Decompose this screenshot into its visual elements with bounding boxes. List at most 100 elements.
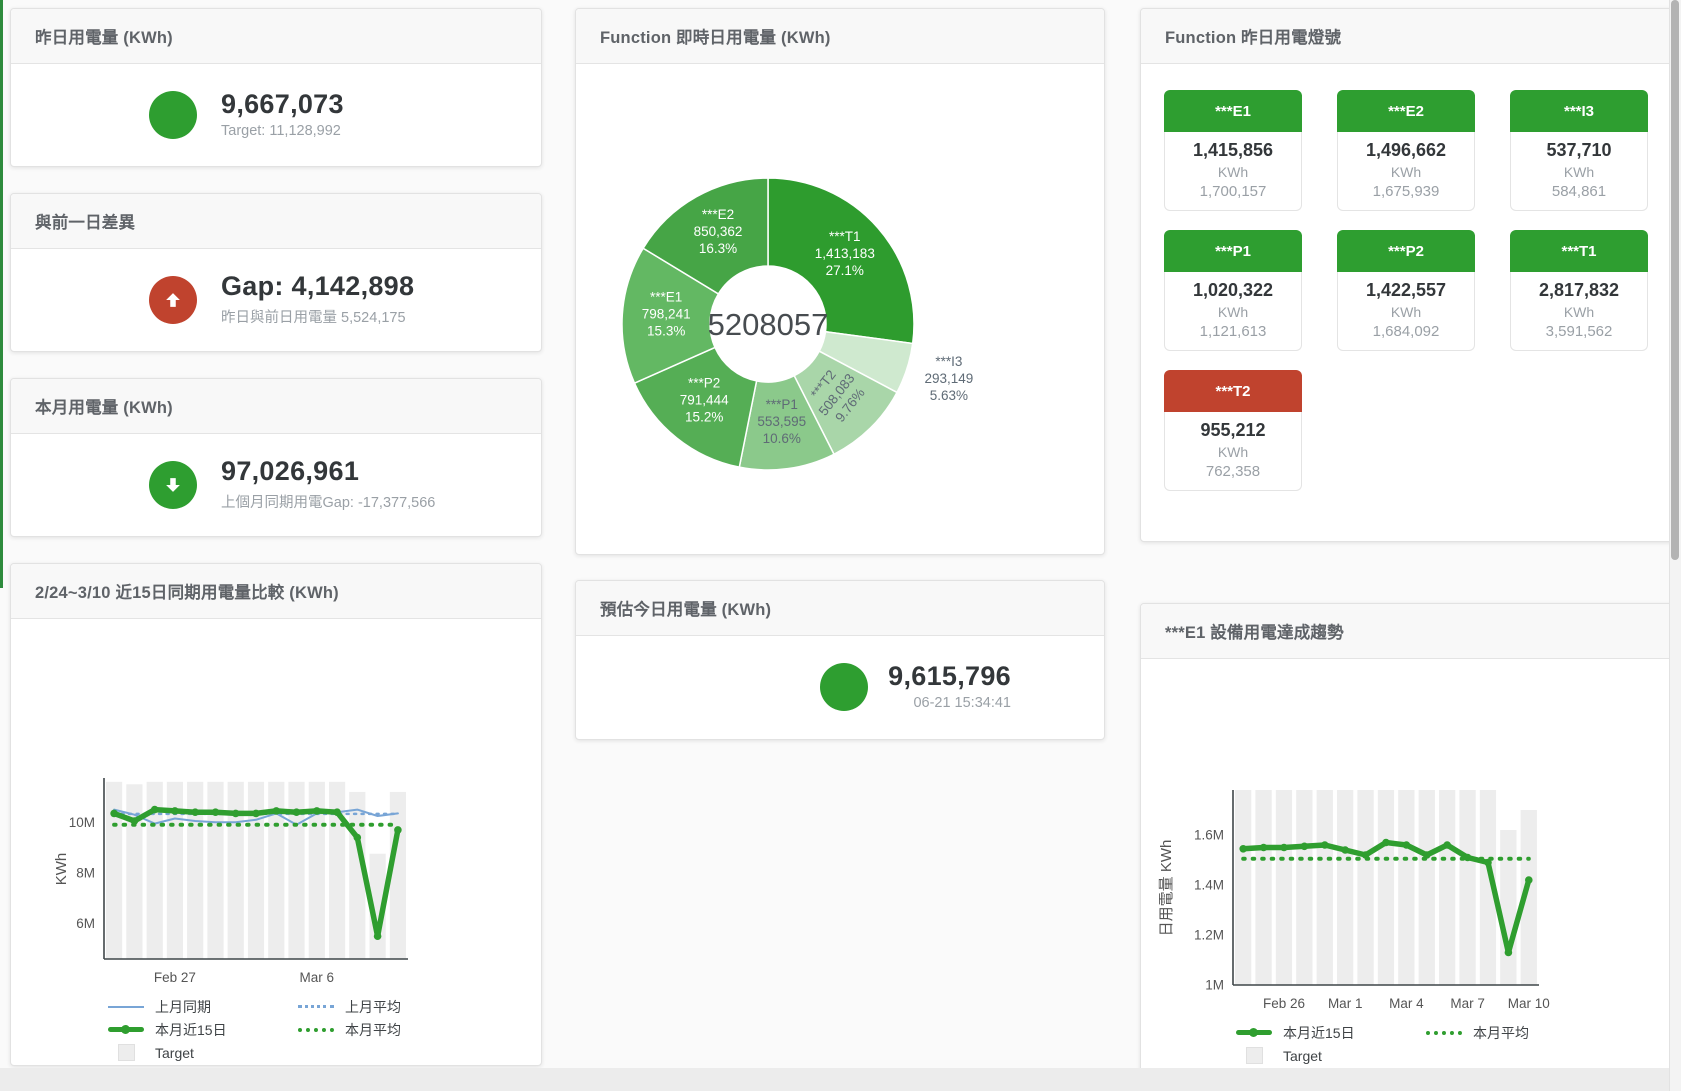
legend-label: Target — [155, 1045, 194, 1061]
tile-unit: KWh — [1513, 304, 1645, 320]
tile-target: 584,861 — [1513, 183, 1645, 200]
gap-value: Gap: 4,142,898 — [221, 272, 414, 302]
tile-target: 1,700,157 — [1167, 183, 1299, 200]
blue-line-swatch — [108, 1006, 144, 1008]
tile-target: 1,675,939 — [1340, 183, 1472, 200]
estimate-value: 9,615,796 — [888, 662, 1011, 692]
light-tile-t2: ***T2 955,212 KWh 762,358 — [1164, 370, 1302, 491]
estimate-timestamp: 06-21 15:34:41 — [888, 695, 1011, 711]
gap-sub: 昨日與前日用電量 5,524,175 — [221, 306, 414, 327]
legend-item-cur-avg[interactable]: 本月平均 — [298, 1020, 488, 1040]
tile-unit: KWh — [1167, 164, 1299, 180]
svg-text:5208057: 5208057 — [708, 307, 829, 342]
arrow-down-icon — [149, 461, 197, 509]
target-swatch — [108, 1044, 144, 1061]
legend-label: 上月同期 — [155, 997, 211, 1017]
svg-text:日用電量 KWh: 日用電量 KWh — [1158, 840, 1175, 937]
tile-value: 537,710 — [1513, 140, 1645, 161]
tile-value: 1,415,856 — [1167, 140, 1299, 161]
light-tile-t1: ***T1 2,817,832 KWh 3,591,562 — [1510, 230, 1648, 351]
tile-header: ***I3 — [1510, 90, 1648, 132]
tile-header: ***P2 — [1337, 230, 1475, 272]
scrollbar-thumb[interactable] — [1671, 0, 1679, 560]
compare-legend: 上月同期 上月平均 本月近15日 本月平均 — [108, 995, 541, 1064]
legend-item-cur-series[interactable]: 本月近15日 — [108, 1020, 298, 1040]
panel-month-usage: 本月用電量 (KWh) 97,026,961 上個月同期用電Gap: -17,3… — [10, 378, 542, 537]
light-tile-e1: ***E1 1,415,856 KWh 1,700,157 — [1164, 90, 1302, 211]
legend-item-cur-series[interactable]: 本月近15日 — [1236, 1023, 1426, 1043]
green-dotted-swatch — [1426, 1031, 1462, 1035]
svg-text:6M: 6M — [76, 916, 95, 931]
svg-text:1.2M: 1.2M — [1194, 928, 1224, 943]
svg-text:Mar 7: Mar 7 — [1450, 996, 1485, 1011]
tile-value: 1,020,322 — [1167, 280, 1299, 301]
panel-realtime-donut: Function 即時日用電量 (KWh) ***T11,413,18327.1… — [575, 8, 1105, 555]
panel-title-gap: 與前一日差異 — [11, 194, 541, 249]
svg-text:Mar 6: Mar 6 — [300, 970, 335, 985]
green-line-swatch — [1236, 1030, 1272, 1035]
month-value: 97,026,961 — [221, 457, 435, 487]
green-dotted-swatch — [298, 1028, 334, 1032]
tile-header: ***T1 — [1510, 230, 1648, 272]
legend-item-target[interactable]: Target — [108, 1044, 298, 1061]
blue-dotted-swatch — [298, 1005, 334, 1008]
page-scrollbar — [1669, 0, 1681, 1091]
tile-header: ***E2 — [1337, 90, 1475, 132]
svg-text:10M: 10M — [69, 815, 95, 830]
tile-unit: KWh — [1340, 164, 1472, 180]
tile-target: 1,121,613 — [1167, 323, 1299, 340]
legend-item-prev-series[interactable]: 上月同期 — [108, 997, 298, 1017]
legend-label: 本月平均 — [1473, 1023, 1529, 1043]
yesterday-value: 9,667,073 — [221, 90, 344, 120]
light-tile-p1: ***P1 1,020,322 KWh 1,121,613 — [1164, 230, 1302, 351]
legend-item-prev-avg[interactable]: 上月平均 — [298, 997, 488, 1017]
legend-label: 本月平均 — [345, 1020, 401, 1040]
compare-line-chart[interactable]: 6M 8M 10M Feb 27 Mar 6 KWh — [11, 772, 521, 993]
svg-text:Mar 1: Mar 1 — [1328, 996, 1363, 1011]
svg-text:Feb 27: Feb 27 — [154, 970, 196, 985]
panel-day-gap: 與前一日差異 Gap: 4,142,898 昨日與前日用電量 5,524,175 — [10, 193, 542, 352]
legend-label: 上月平均 — [345, 997, 401, 1017]
legend-item-cur-avg[interactable]: 本月平均 — [1426, 1023, 1616, 1043]
svg-text:1M: 1M — [1205, 978, 1224, 993]
panel-compare-chart: 2/24~3/10 近15日同期用電量比較 (KWh) 6M 8M 10M Feb 2… — [10, 563, 542, 1066]
tile-target: 3,591,562 — [1513, 323, 1645, 340]
tile-header: ***E1 — [1164, 90, 1302, 132]
panel-yesterday-lights: Function 昨日用電燈號 ***E1 1,415,856 KWh 1,70… — [1140, 8, 1677, 542]
svg-text:Feb 26: Feb 26 — [1263, 996, 1305, 1011]
light-tile-e2: ***E2 1,496,662 KWh 1,675,939 — [1337, 90, 1475, 211]
svg-text:***I3293,1495.63%: ***I3293,1495.63% — [924, 354, 973, 403]
panel-title-month: 本月用電量 (KWh) — [11, 379, 541, 434]
svg-text:1.4M: 1.4M — [1194, 878, 1224, 893]
svg-text:1.6M: 1.6M — [1194, 828, 1224, 843]
arrow-up-icon — [149, 276, 197, 324]
tile-unit: KWh — [1167, 444, 1299, 460]
sidebar-edge — [0, 0, 3, 588]
realtime-donut-chart[interactable]: ***T11,413,18327.1%***I3293,1495.63%***T… — [576, 159, 1104, 489]
panel-title-e1-trend: ***E1 設備用電達成趨勢 — [1141, 604, 1676, 659]
tile-header: ***P1 — [1164, 230, 1302, 272]
panel-title-yesterday: 昨日用電量 (KWh) — [11, 9, 541, 64]
svg-text:8M: 8M — [76, 865, 95, 880]
estimate-stat: 9,615,796 06-21 15:34:41 — [576, 636, 1104, 737]
target-swatch — [1236, 1047, 1272, 1064]
legend-label: 本月近15日 — [155, 1020, 227, 1040]
tile-unit: KWh — [1340, 304, 1472, 320]
tile-header: ***T2 — [1164, 370, 1302, 412]
status-ok-icon — [820, 663, 868, 711]
tile-unit: KWh — [1513, 164, 1645, 180]
tile-unit: KWh — [1167, 304, 1299, 320]
page-footer-band — [0, 1068, 1670, 1091]
tile-value: 1,422,557 — [1340, 280, 1472, 301]
yesterday-stat: 9,667,073 Target: 11,128,992 — [11, 64, 541, 165]
legend-label: Target — [1283, 1048, 1322, 1064]
panel-title-donut: Function 即時日用電量 (KWh) — [576, 9, 1104, 64]
legend-item-target[interactable]: Target — [1236, 1047, 1426, 1064]
light-tile-i3: ***I3 537,710 KWh 584,861 — [1510, 90, 1648, 211]
svg-text:KWh: KWh — [53, 853, 70, 886]
status-ok-icon — [149, 91, 197, 139]
e1-trend-chart[interactable]: 1M1.2M1.4M1.6MFeb 26Mar 1Mar 4Mar 7Mar 1… — [1141, 784, 1676, 1019]
panel-estimate-today: 預估今日用電量 (KWh) 9,615,796 06-21 15:34:41 — [575, 580, 1105, 740]
panel-title-compare: 2/24~3/10 近15日同期用電量比較 (KWh) — [11, 564, 541, 619]
tile-value: 2,817,832 — [1513, 280, 1645, 301]
